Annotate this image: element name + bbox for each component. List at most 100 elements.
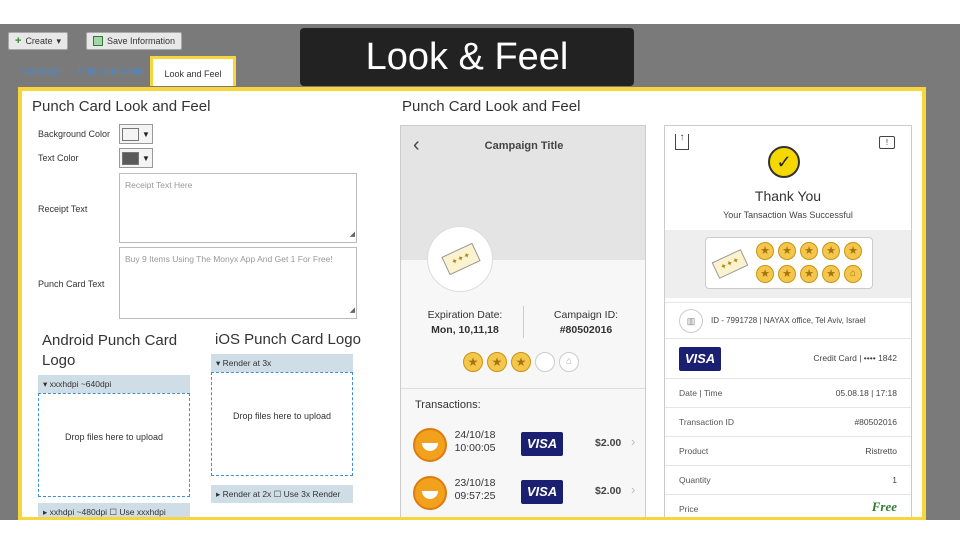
receipt-row-value: Free bbox=[871, 499, 897, 514]
star-stamp-icon: ★ bbox=[487, 352, 507, 372]
transaction-time: 10:00:05 bbox=[454, 442, 496, 454]
campaign-id-value: #80502016 bbox=[559, 324, 613, 336]
success-subtitle: Your Tansaction Was Successful bbox=[723, 210, 853, 220]
transaction-row[interactable]: 24/10/18 10:00:05 VISA $2.00 › bbox=[401, 422, 645, 468]
receipt-row: Quantity 1 bbox=[665, 465, 911, 494]
gift-icon: ⌂ bbox=[559, 352, 579, 372]
receipt-text-label: Receipt Text bbox=[38, 204, 88, 214]
dropdown-arrow-icon: ▼ bbox=[142, 153, 150, 163]
receipt-text-placeholder: Receipt Text Here bbox=[125, 180, 193, 190]
chevron-right-icon: › bbox=[631, 434, 636, 449]
color-swatch bbox=[122, 127, 139, 141]
tab-campaign[interactable]: Campaign bbox=[20, 66, 61, 76]
tab-rules-and-limits[interactable]: Rules and Limits bbox=[78, 66, 145, 76]
campaign-title: Campaign Title bbox=[484, 140, 564, 152]
star-stamp-icon: ★ bbox=[844, 242, 862, 260]
color-swatch bbox=[122, 151, 139, 165]
expiration-value: Mon, 10,11,18 bbox=[431, 324, 499, 336]
star-stamp-icon: ★ bbox=[463, 352, 483, 372]
create-label: Create bbox=[25, 36, 53, 46]
punch-card-icon: ✦✦✦ bbox=[441, 242, 481, 276]
android-density-bar-2[interactable]: ▸ xxhdpi ~480dpi ☐ Use xxxhdpi bbox=[38, 503, 190, 517]
save-information-button[interactable]: Save Information bbox=[86, 32, 183, 50]
star-stamp-icon: ★ bbox=[822, 242, 840, 260]
expiration-label: Expiration Date: bbox=[427, 309, 503, 321]
ios-render-label-2: Render at 2x bbox=[222, 489, 272, 499]
plus-icon: + bbox=[15, 35, 22, 47]
receipt-row-key: Price bbox=[679, 504, 699, 514]
coffee-cup-icon bbox=[413, 428, 447, 462]
share-icon[interactable]: ↑ bbox=[675, 133, 689, 150]
background-color-picker[interactable]: ▼ bbox=[119, 124, 153, 144]
receipt-row-key: Date | Time bbox=[679, 388, 723, 398]
dropdown-arrow-icon: ▼ bbox=[142, 129, 150, 139]
transaction-date: 24/10/18 bbox=[454, 429, 496, 441]
ios-render-bar-2[interactable]: ▸ Render at 2x ☐ Use 3x Render bbox=[211, 485, 353, 503]
divider bbox=[523, 306, 524, 338]
resize-handle-icon[interactable]: ◢ bbox=[350, 229, 355, 241]
star-stamp-icon: ★ bbox=[800, 242, 818, 260]
gift-icon: ⌂ bbox=[844, 265, 862, 283]
background-color-label: Background Color bbox=[38, 129, 111, 139]
vending-machine-icon: ▥ bbox=[679, 309, 703, 333]
divider bbox=[401, 388, 645, 389]
create-button[interactable]: + Create ▾ bbox=[8, 32, 68, 50]
punch-card-strip: ✦✦✦ ★ ★ ★ ★ ★ ★ ★ ★ ★ ⌂ bbox=[665, 230, 911, 298]
ios-render-bar[interactable]: ▾ Render at 3x bbox=[211, 354, 353, 372]
android-density-bar[interactable]: ▾ xxxhdpi ~640dpi bbox=[38, 375, 190, 393]
punch-card: ✦✦✦ ★ ★ ★ ★ ★ ★ ★ ★ ★ ⌂ bbox=[705, 237, 873, 289]
android-drop-zone[interactable]: Drop files here to upload bbox=[38, 393, 190, 497]
banner-title: Look & Feel bbox=[300, 28, 634, 86]
punch-card-text-input[interactable]: Buy 9 Items Using The Monyx App And Get … bbox=[119, 247, 357, 319]
resize-handle-icon[interactable]: ◢ bbox=[350, 305, 355, 317]
preview-title: Punch Card Look and Feel bbox=[402, 98, 581, 115]
receipt-row: Date | Time 05.08.18 | 17:18 bbox=[665, 378, 911, 407]
receipt-row-key: Quantity bbox=[679, 475, 711, 485]
use-3x-render-checkbox[interactable]: Use 3x Render bbox=[284, 489, 341, 499]
transaction-date: 23/10/18 bbox=[454, 477, 496, 489]
location-row: ▥ ID - 7991728 | NAYAX office, Tel Aviv,… bbox=[665, 302, 911, 338]
receipt-row-value: 1 bbox=[892, 475, 897, 485]
transaction-row[interactable]: 23/10/18 09:57:25 VISA $2.00 › bbox=[401, 470, 645, 516]
transaction-amount: $2.00 bbox=[595, 437, 622, 449]
ios-drop-zone[interactable]: Drop files here to upload bbox=[211, 372, 353, 476]
transactions-label: Transactions: bbox=[415, 399, 481, 411]
card-row: VISA Credit Card | •••• 1842 bbox=[665, 338, 911, 378]
star-stamp-icon: ★ bbox=[800, 265, 818, 283]
tab-look-and-feel[interactable]: Look and Feel bbox=[150, 56, 236, 86]
star-stamp-icon: ★ bbox=[756, 265, 774, 283]
campaign-id-label: Campaign ID: bbox=[553, 309, 619, 321]
visa-logo: VISA bbox=[521, 480, 563, 504]
text-color-label: Text Color bbox=[38, 153, 79, 163]
punch-card-preview: ‹ Campaign Title ✦✦✦ Expiration Date: Mo… bbox=[400, 125, 646, 517]
star-stamp-icon: ★ bbox=[778, 242, 796, 260]
android-drop-text: Drop files here to upload bbox=[64, 432, 164, 442]
transaction-amount: $2.00 bbox=[595, 485, 622, 497]
android-density-label-2: xxhdpi ~480dpi bbox=[49, 507, 108, 517]
app-screenshot: + Create ▾ Save Information Campaign Rules… bbox=[0, 24, 960, 520]
receipt-preview: ↑ ! ✓ Thank You Your Tansaction Was Succ… bbox=[664, 125, 912, 517]
feedback-icon[interactable]: ! bbox=[879, 136, 895, 149]
punch-card-text-label: Punch Card Text bbox=[38, 279, 105, 289]
chevron-down-icon: ▾ bbox=[56, 35, 61, 46]
star-stamp-icon: ★ bbox=[822, 265, 840, 283]
receipt-row: Price Free bbox=[665, 494, 911, 517]
receipt-row: Transaction ID #80502016 bbox=[665, 407, 911, 436]
look-and-feel-panel: Punch Card Look and Feel Background Colo… bbox=[18, 87, 926, 520]
text-color-picker[interactable]: ▼ bbox=[119, 148, 153, 168]
use-xxxhdpi-checkbox[interactable]: Use xxxhdpi bbox=[119, 507, 165, 517]
punch-card-icon: ✦✦✦ bbox=[711, 249, 749, 279]
ios-render-label: Render at 3x bbox=[222, 358, 272, 368]
credit-card-label: Credit Card | •••• 1842 bbox=[813, 353, 897, 363]
receipt-text-input[interactable]: Receipt Text Here ◢ bbox=[119, 173, 357, 243]
receipt-row-key: Transaction ID bbox=[679, 417, 734, 427]
android-logo-title: Android Punch Card Logo bbox=[42, 332, 178, 369]
punch-card-text-placeholder: Buy 9 Items Using The Monyx App And Get … bbox=[125, 254, 333, 264]
receipt-row-key: Product bbox=[679, 446, 709, 456]
receipt-row-value: Ristretto bbox=[865, 446, 897, 456]
slide: + Create ▾ Save Information Campaign Rules… bbox=[0, 0, 960, 540]
receipt-row: Product Ristretto bbox=[665, 436, 911, 465]
visa-logo: VISA bbox=[521, 432, 563, 456]
star-stamp-icon: ★ bbox=[511, 352, 531, 372]
transaction-time: 09:57:25 bbox=[454, 490, 496, 502]
